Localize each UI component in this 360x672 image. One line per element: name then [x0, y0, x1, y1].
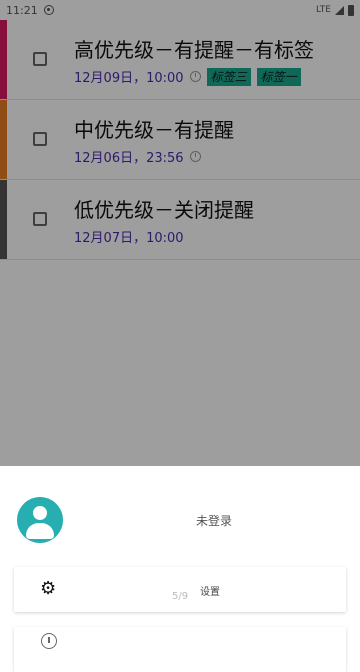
login-status[interactable]: 未登录 [0, 512, 360, 529]
settings-menu-item[interactable]: ⚙ 设置 5/9 [14, 567, 346, 612]
gear-icon: ⚙ [40, 578, 57, 599]
bottom-sheet: 未登录 ⚙ 设置 5/9 [0, 466, 360, 672]
info-icon [41, 633, 57, 649]
page-indicator: 5/9 [172, 591, 189, 602]
about-menu-item[interactable] [14, 627, 346, 672]
settings-label: 设置 [200, 587, 220, 598]
